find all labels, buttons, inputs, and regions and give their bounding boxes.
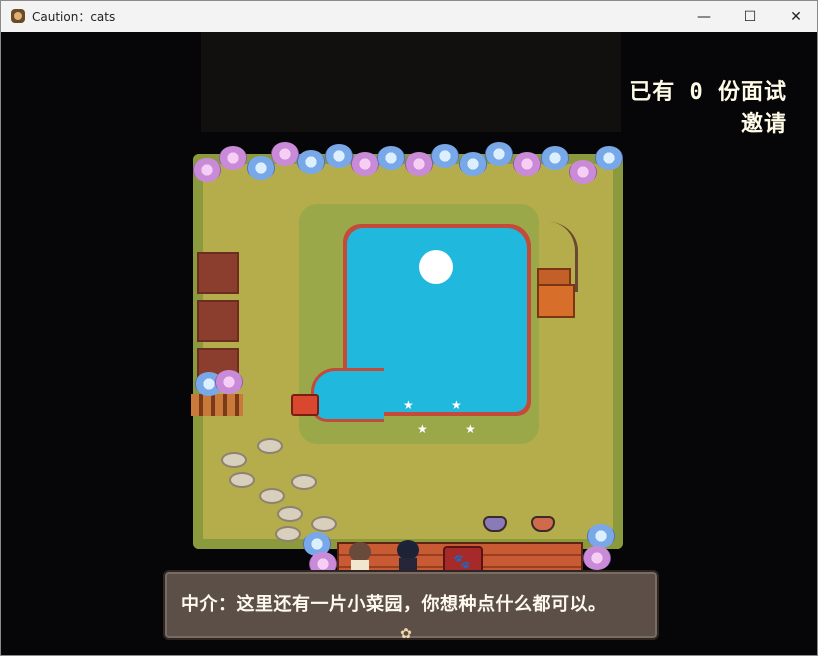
moon-reflection	[419, 250, 453, 284]
hydrangea-flower	[271, 142, 299, 166]
hydrangea-flower	[583, 546, 611, 570]
hydrangea-flower	[485, 142, 513, 166]
watering-can[interactable]	[291, 394, 319, 416]
hydrangea-flower	[377, 146, 405, 170]
hydrangea-flower	[569, 160, 597, 184]
cat-water-bowl[interactable]	[531, 516, 555, 532]
cat-food-bowl[interactable]	[483, 516, 507, 532]
character-head	[349, 542, 371, 562]
dialog-text: 中介：这里还有一片小菜园，你想种点什么都可以。	[181, 594, 607, 615]
hydrangea-flower	[459, 152, 487, 176]
game-window: Caution：cats — ☐ ✕ 已有 0 份面试邀请 ★ ★ ★ ★ 🐾 …	[0, 0, 818, 656]
window-title: Caution：cats	[32, 10, 116, 24]
dark-backdrop	[201, 32, 621, 132]
invites-counter: 已有 0 份面试邀请	[629, 80, 787, 137]
game-icon	[11, 9, 25, 23]
hydrangea-flower	[351, 152, 379, 176]
hydrangea-flower	[193, 158, 221, 182]
hydrangea-flower	[247, 156, 275, 180]
star-sparkle: ★	[465, 422, 476, 436]
star-sparkle: ★	[417, 422, 428, 436]
minimize-icon[interactable]: —	[681, 1, 727, 32]
hydrangea-flower	[541, 146, 569, 170]
stepping-stone	[259, 488, 285, 504]
hydrangea-flower	[297, 150, 325, 174]
stepping-stone	[221, 452, 247, 468]
hydrangea-flower	[595, 146, 623, 170]
wooden-fence	[191, 394, 243, 416]
stepping-stone	[229, 472, 255, 488]
pond-inlet	[311, 368, 384, 422]
hydrangea-flower	[587, 524, 615, 548]
vegetable-plot[interactable]	[197, 252, 239, 294]
character-head	[397, 540, 419, 560]
star-sparkle: ★	[403, 398, 414, 412]
stepping-stone	[311, 516, 337, 532]
stepping-stone	[275, 526, 301, 542]
hydrangea-flower	[405, 152, 433, 176]
paw-continue-icon[interactable]: ✿	[397, 626, 415, 642]
title-bar[interactable]: Caution：cats — ☐ ✕	[1, 1, 817, 33]
vegetable-plot[interactable]	[197, 300, 239, 342]
hydrangea-hedge	[191, 132, 627, 184]
hydrangea-flower	[431, 144, 459, 168]
game-viewport[interactable]: 已有 0 份面试邀请 ★ ★ ★ ★ 🐾 中介：这里还有一片小菜园，你想种点什么…	[1, 32, 817, 655]
garden-scene: ★ ★ ★ ★	[191, 132, 627, 594]
maximize-icon[interactable]: ☐	[727, 1, 773, 32]
stepping-stone	[257, 438, 283, 454]
star-sparkle: ★	[451, 398, 462, 412]
hydrangea-flower	[325, 144, 353, 168]
hydrangea-flower	[215, 370, 243, 394]
stepping-stone	[277, 506, 303, 522]
close-icon[interactable]: ✕	[773, 1, 817, 32]
stepping-stone	[291, 474, 317, 490]
hydrangea-flower	[513, 152, 541, 176]
folding-chair[interactable]	[537, 284, 575, 318]
hydrangea-flower	[219, 146, 247, 170]
